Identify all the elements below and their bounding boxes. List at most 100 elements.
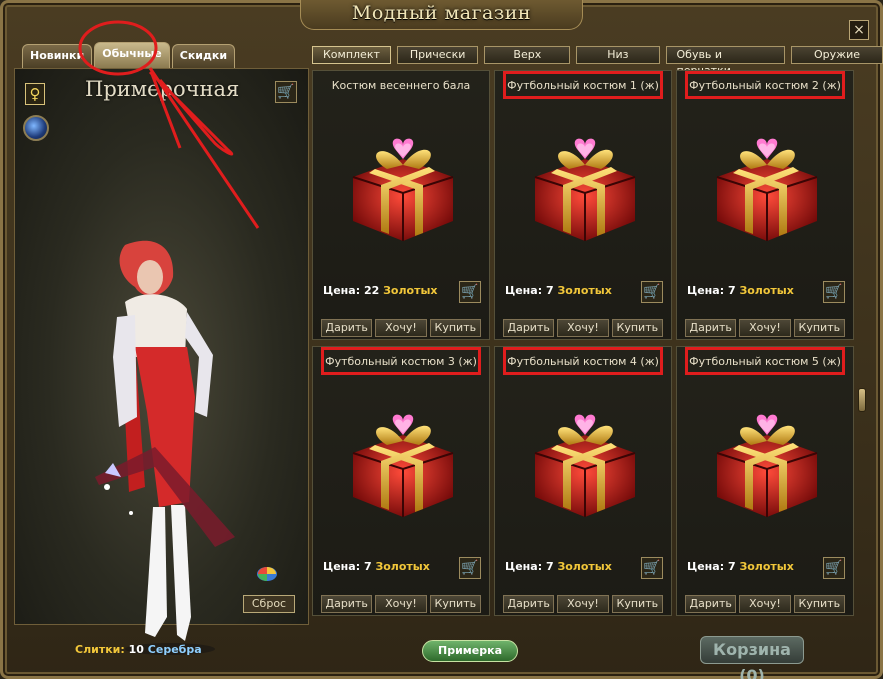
item-name: Футбольный костюм 3 (ж) [325, 355, 477, 368]
gift-button[interactable]: Дарить [321, 595, 373, 613]
item-card[interactable]: Футбольный костюм 1 (ж) Цена: 7 Золотых … [494, 70, 672, 340]
price-currency: Золотых [383, 284, 438, 297]
female-icon[interactable]: ♀ [25, 83, 45, 105]
ingots-label: Слитки: [75, 643, 125, 656]
ingots-value: 10 [128, 643, 144, 656]
wishlist-button[interactable]: Хочу! [739, 319, 791, 337]
gift-box-icon[interactable] [525, 405, 643, 523]
cart-icon[interactable]: 🛒 [275, 81, 297, 103]
tab-set[interactable]: Комплект [312, 46, 391, 64]
ingots-balance: Слитки: 10 Серебра [75, 643, 202, 656]
add-to-cart-icon[interactable]: 🛒 [641, 557, 663, 579]
item-name: Футбольный костюм 1 (ж) [507, 79, 659, 92]
item-price: Цена: 7 Золотых [505, 284, 612, 297]
buy-button[interactable]: Купить [793, 595, 845, 613]
tab-shoes-gloves[interactable]: Обувь и перчатки [665, 46, 786, 77]
tab-hairstyles[interactable]: Прически [396, 46, 479, 64]
price-value: 7 [363, 560, 372, 573]
wishlist-button[interactable]: Хочу! [375, 319, 427, 337]
left-tabs: Новинки Обычные Скидки [22, 42, 236, 68]
price-currency: Золотых [375, 560, 430, 573]
item-name: Костюм весеннего бала [331, 79, 471, 92]
item-price: Цена: 7 Золотых [687, 284, 794, 297]
gift-button[interactable]: Дарить [685, 319, 737, 337]
ingots-currency: Серебра [147, 643, 202, 656]
close-icon[interactable]: × [849, 20, 869, 40]
tab-regular[interactable]: Обычные [94, 42, 170, 68]
price-value: 7 [545, 284, 554, 297]
buy-button[interactable]: Купить [611, 319, 663, 337]
add-to-cart-icon[interactable]: 🛒 [459, 281, 481, 303]
item-price: Цена: 7 Золотых [323, 560, 430, 573]
item-price: Цена: 7 Золотых [505, 560, 612, 573]
buy-button[interactable]: Купить [429, 319, 481, 337]
gift-box-icon[interactable] [525, 129, 643, 247]
wishlist-button[interactable]: Хочу! [375, 595, 427, 613]
tab-top[interactable]: Верх [484, 46, 571, 64]
window-title: Модный магазин [351, 2, 532, 24]
try-on-button[interactable]: Примерка [422, 640, 518, 662]
price-currency: Золотых [739, 560, 794, 573]
gift-button[interactable]: Дарить [321, 319, 373, 337]
item-card[interactable]: Футбольный костюм 3 (ж) Цена: 7 Золотых … [312, 346, 490, 616]
tab-bottom[interactable]: Низ [576, 46, 660, 64]
buy-button[interactable]: Купить [793, 319, 845, 337]
tab-discounts[interactable]: Скидки [171, 44, 236, 68]
price-currency: Золотых [557, 284, 612, 297]
wishlist-button[interactable]: Хочу! [557, 319, 609, 337]
item-grid: Костюм весеннего бала Цена: 22 Золотых 🛒… [312, 70, 854, 624]
cart-button-label: Корзина [713, 640, 791, 659]
character-avatar[interactable] [95, 237, 245, 657]
price-currency: Золотых [557, 560, 612, 573]
price-value: 22 [363, 284, 380, 297]
cart-button[interactable]: Корзина (0) [700, 636, 804, 679]
category-tabs: Комплект Прически Верх Низ Обувь и перча… [312, 46, 883, 77]
item-name: Футбольный костюм 5 (ж) [689, 355, 841, 368]
gift-box-icon[interactable] [707, 129, 825, 247]
item-actions: Дарить Хочу! Купить [503, 595, 663, 613]
add-to-cart-icon[interactable]: 🛒 [823, 557, 845, 579]
buy-button[interactable]: Купить [429, 595, 481, 613]
item-card[interactable]: Футбольный костюм 5 (ж) Цена: 7 Золотых … [676, 346, 854, 616]
item-card[interactable]: Костюм весеннего бала Цена: 22 Золотых 🛒… [312, 70, 490, 340]
item-card[interactable]: Футбольный костюм 2 (ж) Цена: 7 Золотых … [676, 70, 854, 340]
gift-box-icon[interactable] [707, 405, 825, 523]
gift-button[interactable]: Дарить [503, 595, 555, 613]
tab-new[interactable]: Новинки [22, 44, 93, 68]
item-actions: Дарить Хочу! Купить [685, 595, 845, 613]
price-value: 7 [545, 560, 554, 573]
price-prefix: Цена: [323, 284, 361, 297]
price-prefix: Цена: [505, 560, 543, 573]
price-value: 7 [727, 560, 736, 573]
fitting-room-panel: ♀ Примерочная 🛒 Сброс [14, 68, 309, 655]
gift-box-icon[interactable] [343, 129, 461, 247]
price-prefix: Цена: [687, 560, 725, 573]
reset-button[interactable]: Сброс [243, 595, 295, 613]
price-prefix: Цена: [323, 560, 361, 573]
price-currency: Золотых [739, 284, 794, 297]
tab-weapons[interactable]: Оружие [791, 46, 883, 64]
item-price: Цена: 22 Золотых [323, 284, 438, 297]
add-to-cart-icon[interactable]: 🛒 [459, 557, 481, 579]
item-name: Футбольный костюм 2 (ж) [689, 79, 841, 92]
wishlist-button[interactable]: Хочу! [557, 595, 609, 613]
add-to-cart-icon[interactable]: 🛒 [641, 281, 663, 303]
item-actions: Дарить Хочу! Купить [321, 319, 481, 337]
gift-box-icon[interactable] [343, 405, 461, 523]
gift-button[interactable]: Дарить [503, 319, 555, 337]
fitting-room-title: Примерочная [85, 77, 240, 101]
item-card[interactable]: Футбольный костюм 4 (ж) Цена: 7 Золотых … [494, 346, 672, 616]
gift-button[interactable]: Дарить [685, 595, 737, 613]
price-value: 7 [727, 284, 736, 297]
price-prefix: Цена: [505, 284, 543, 297]
buy-button[interactable]: Купить [611, 595, 663, 613]
add-to-cart-icon[interactable]: 🛒 [823, 281, 845, 303]
rotate-orb-icon[interactable] [23, 115, 49, 141]
scrollbar-thumb[interactable] [858, 388, 866, 412]
scrollbar[interactable] [856, 70, 868, 624]
item-actions: Дарить Хочу! Купить [503, 319, 663, 337]
palette-icon[interactable] [256, 564, 278, 582]
wishlist-button[interactable]: Хочу! [739, 595, 791, 613]
item-name: Футбольный костюм 4 (ж) [507, 355, 659, 368]
price-prefix: Цена: [687, 284, 725, 297]
